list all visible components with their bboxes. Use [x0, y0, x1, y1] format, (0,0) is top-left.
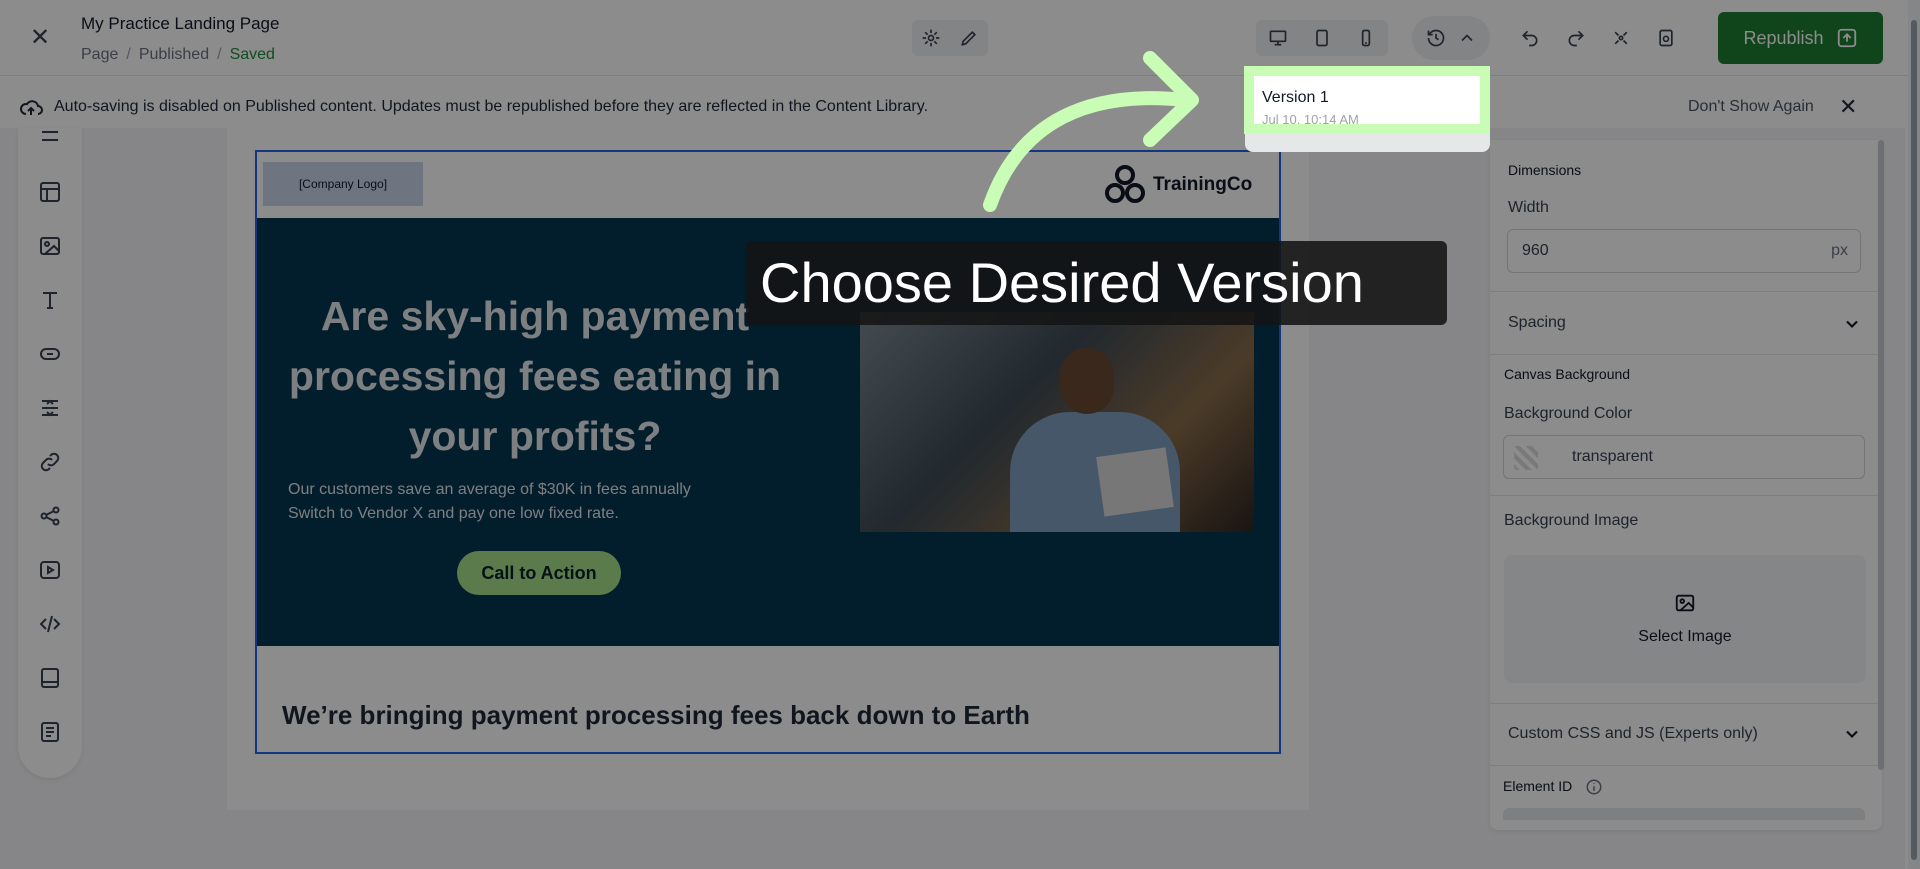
spacing-chevron-down-icon[interactable]	[1842, 314, 1862, 334]
button-element-icon[interactable]	[38, 342, 62, 366]
video-icon[interactable]	[38, 558, 62, 582]
notice-close-icon[interactable]: ✕	[1839, 94, 1857, 120]
focus-icon[interactable]	[1603, 20, 1639, 56]
version-name: Version 1	[1262, 89, 1329, 106]
image-icon[interactable]	[38, 234, 62, 258]
code-icon[interactable]	[38, 612, 62, 636]
history-icon	[1427, 29, 1444, 47]
page-scrollbar[interactable]	[1908, 0, 1920, 869]
panel-scrollbar[interactable]	[1878, 140, 1884, 770]
magic-select-icon[interactable]	[912, 20, 950, 56]
link-icon[interactable]	[38, 450, 62, 474]
call-to-action-button[interactable]: Call to Action	[457, 551, 621, 595]
dont-show-again-link[interactable]: Don't Show Again	[1688, 98, 1814, 116]
width-input[interactable]: 960 px	[1507, 229, 1861, 273]
spacer-icon[interactable]	[38, 396, 62, 420]
notice-message: Auto-saving is disabled on Published con…	[54, 98, 929, 115]
spacing-label[interactable]: Spacing	[1508, 314, 1566, 332]
device-preview-group	[1256, 20, 1388, 56]
page-title: My Practice Landing Page	[81, 14, 280, 33]
info-icon[interactable]	[1585, 778, 1603, 796]
background-color-input[interactable]: transparent	[1503, 435, 1865, 479]
element-id-input[interactable]	[1503, 808, 1865, 820]
hero-heading[interactable]: Are sky-high payment processing fees eat…	[275, 286, 795, 466]
version-list-item[interactable]: Version 1 Jul 10, 10:14 AM	[1244, 66, 1490, 134]
undo-icon[interactable]	[1512, 20, 1548, 56]
breadcrumb-page[interactable]: Page	[81, 46, 118, 63]
width-unit: px	[1831, 242, 1848, 259]
section-subheading[interactable]: We’re bringing payment processing fees b…	[282, 700, 1030, 731]
width-value: 960	[1522, 242, 1549, 259]
breadcrumb: Page / Published / Saved	[81, 46, 275, 63]
chevron-up-icon	[1460, 34, 1473, 42]
tutorial-arrow-icon	[983, 51, 1199, 212]
form-icon[interactable]	[38, 720, 62, 744]
share-icon[interactable]	[38, 504, 62, 528]
save-status: Saved	[229, 46, 275, 63]
republish-button[interactable]: Republish	[1718, 12, 1883, 64]
custom-css-label[interactable]: Custom CSS and JS (Experts only)	[1508, 725, 1758, 743]
background-color-value: transparent	[1572, 448, 1653, 465]
select-image-button[interactable]: Select Image	[1504, 555, 1866, 683]
redo-icon[interactable]	[1558, 20, 1594, 56]
publish-icon	[1837, 28, 1856, 48]
properties-panel: Dimensions Width 960 px Spacing Canvas B…	[1490, 140, 1882, 830]
element-toolbar	[18, 128, 82, 778]
version-date: Jul 10, 10:14 AM	[1262, 112, 1359, 127]
breadcrumb-published[interactable]: Published	[139, 46, 209, 63]
custom-css-chevron-down-icon[interactable]	[1842, 724, 1862, 744]
mobile-icon[interactable]	[1344, 20, 1388, 56]
hero-body[interactable]: Our customers save an average of $30K in…	[288, 478, 748, 526]
hero-body-line2: Switch to Vendor X and pay one low fixed…	[288, 505, 619, 522]
dimensions-heading: Dimensions	[1508, 162, 1582, 178]
footer-icon[interactable]	[38, 666, 62, 690]
text-icon[interactable]	[38, 288, 62, 312]
layout-icon[interactable]	[38, 180, 62, 204]
version-history-button[interactable]	[1412, 16, 1490, 60]
background-image-label: Background Image	[1504, 512, 1639, 529]
company-logo-placeholder[interactable]: [Company Logo]	[263, 162, 423, 206]
hero-body-line1: Our customers save an average of $30K in…	[288, 481, 691, 498]
desktop-icon[interactable]	[1256, 20, 1300, 56]
image-placeholder-icon	[1675, 594, 1695, 612]
tablet-icon[interactable]	[1300, 20, 1344, 56]
save-icon[interactable]	[1648, 20, 1684, 56]
tutorial-callout: Choose Desired Version	[746, 241, 1447, 325]
width-label: Width	[1508, 199, 1549, 216]
section-icon[interactable]	[38, 128, 62, 152]
canvas-background-heading: Canvas Background	[1504, 366, 1631, 382]
select-image-label: Select Image	[1638, 628, 1732, 645]
color-swatch[interactable]	[1514, 446, 1538, 470]
hero-photo[interactable]	[860, 312, 1254, 532]
cloud-upload-icon	[20, 100, 43, 115]
republish-label: Republish	[1743, 27, 1824, 48]
element-id-label: Element ID	[1503, 778, 1573, 794]
close-icon[interactable]: ✕	[24, 24, 56, 52]
background-color-label: Background Color	[1504, 405, 1633, 422]
